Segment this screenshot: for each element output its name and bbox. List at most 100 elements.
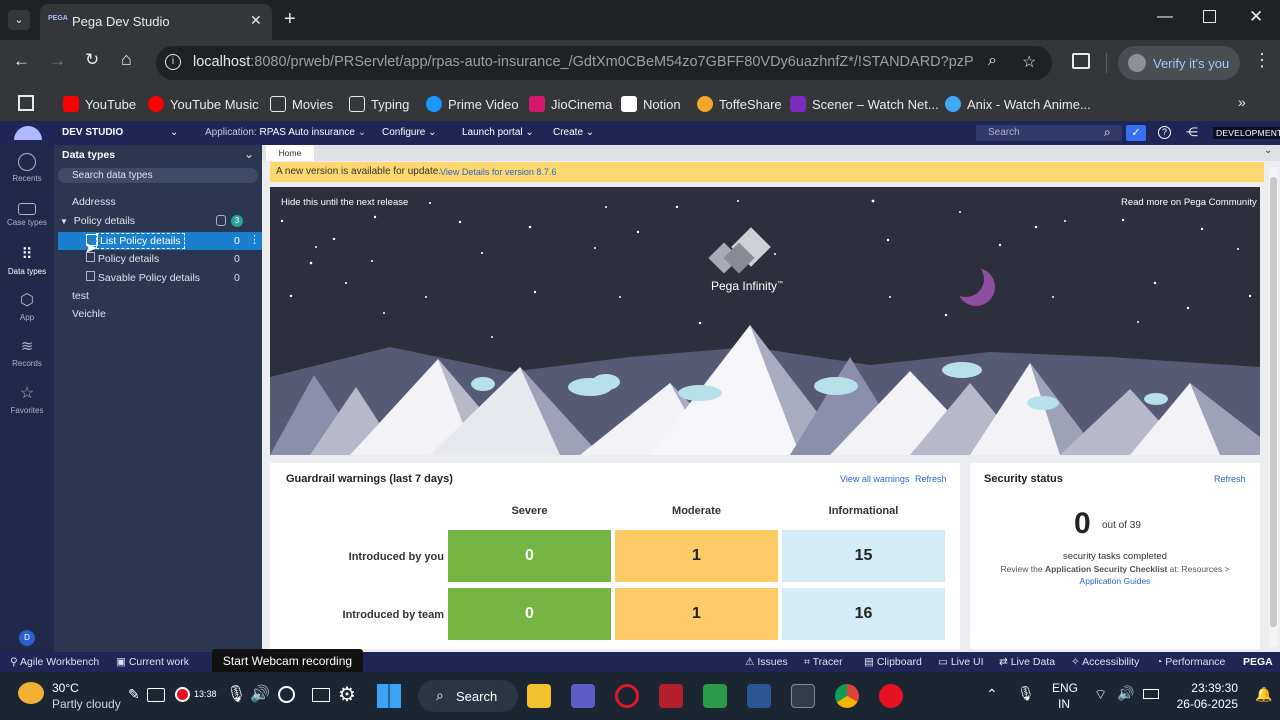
windows-icon[interactable] — [312, 688, 330, 702]
user-avatar[interactable]: D — [19, 630, 35, 646]
pen-icon[interactable]: ✎ — [128, 686, 140, 703]
rail-case-types[interactable]: Case types — [0, 200, 54, 227]
word-icon[interactable] — [747, 684, 771, 708]
tab-menu-chevron-icon[interactable]: ⌄ — [1264, 145, 1272, 156]
search-icon[interactable]: ⌕ — [1104, 125, 1111, 140]
new-tab-button[interactable]: + — [284, 8, 296, 31]
guardrail-refresh-link[interactable]: Refresh — [915, 474, 947, 484]
teams-icon[interactable] — [571, 684, 595, 708]
live-data-button[interactable]: ⇄ Live Data — [999, 656, 1055, 668]
accessibility-button[interactable]: ✧ Accessibility — [1071, 656, 1139, 668]
application-switcher[interactable]: Application: RPAS Auto insurance ⌄ — [205, 127, 366, 138]
menu-create[interactable]: Create ⌄ — [553, 127, 594, 138]
apps-grid-icon[interactable] — [18, 95, 34, 111]
forward-icon[interactable]: → — [49, 51, 66, 71]
verify-profile-button[interactable]: Verify it's you — [1118, 46, 1240, 80]
informational-by-you-cell[interactable]: 15 — [782, 530, 945, 582]
tray-expand-icon[interactable]: ⌃ — [986, 686, 998, 703]
bookmark-prime-video[interactable]: Prime Video — [426, 93, 519, 115]
update-details-link[interactable]: View Details for version 8.7.6 — [440, 167, 556, 177]
battery-icon[interactable] — [1143, 689, 1159, 699]
microphone-icon[interactable]: 🎙 — [226, 684, 246, 704]
browser-tab-pega[interactable]: PEGA Pega Dev Studio ✕ — [40, 4, 272, 40]
rail-recents[interactable]: Recents — [0, 153, 54, 183]
help-icon[interactable]: ? — [1158, 126, 1171, 139]
more-bookmarks-icon[interactable]: » — [1238, 94, 1246, 110]
scrollbar-thumb[interactable] — [1270, 177, 1277, 627]
file-explorer-icon[interactable] — [527, 684, 551, 708]
clipboard-button[interactable]: ▤ Clipboard — [864, 656, 922, 668]
row-menu-icon[interactable]: ⋮ — [249, 233, 260, 246]
rail-favorites[interactable]: ☆ Favorites — [0, 385, 54, 415]
speaker-icon[interactable]: 🔊 — [250, 684, 270, 704]
app-green-icon[interactable] — [703, 684, 727, 708]
url-bar[interactable]: i localhost:8080/prweb/PRServlet/app/rpa… — [156, 46, 1052, 80]
main-scrollbar[interactable] — [1269, 167, 1278, 647]
home-icon[interactable]: ⌂ — [121, 49, 132, 70]
reload-icon[interactable]: ↻ — [85, 50, 99, 70]
chrome-icon[interactable] — [835, 684, 859, 708]
explorer-collapse-icon[interactable]: ⌄ — [244, 147, 254, 161]
studio-chevron-icon[interactable]: ⌄ — [170, 127, 178, 138]
application-guides-link[interactable]: Application Guides — [970, 576, 1260, 586]
camera-icon[interactable] — [147, 688, 165, 702]
tracer-button[interactable]: ⌗ Tracer — [804, 656, 843, 669]
bookmark-anix[interactable]: Anix - Watch Anime... — [945, 93, 1091, 115]
view-all-warnings-link[interactable]: View all warnings — [840, 474, 909, 484]
bookmark-typing[interactable]: Typing — [349, 93, 409, 115]
start-button-icon[interactable] — [377, 684, 401, 708]
menu-configure[interactable]: Configure ⌄ — [382, 127, 437, 138]
rail-records[interactable]: ≋ Records — [0, 338, 54, 368]
security-refresh-link[interactable]: Refresh — [1214, 474, 1246, 484]
site-info-icon[interactable]: i — [165, 54, 181, 70]
rail-app[interactable]: ⬡ App — [0, 292, 54, 322]
bookmark-scener[interactable]: Scener – Watch Net... — [790, 93, 939, 115]
menu-launch-portal[interactable]: Launch portal ⌄ — [462, 127, 534, 138]
live-ui-button[interactable]: ▭ Live UI — [938, 656, 984, 668]
tab-close-icon[interactable]: ✕ — [250, 12, 262, 29]
extensions-icon[interactable] — [1072, 53, 1090, 69]
header-search-input[interactable]: Search ⌕ — [976, 125, 1122, 141]
settings-gear-icon[interactable]: ⚙ — [338, 682, 356, 707]
opera-icon[interactable] — [615, 684, 639, 708]
tree-item-veichle[interactable]: Veichle — [72, 308, 106, 320]
explorer-search-input[interactable]: Search data types — [58, 168, 258, 183]
informational-by-team-cell[interactable]: 16 — [782, 588, 945, 640]
wifi-icon[interactable]: ⌔ — [1094, 686, 1107, 704]
tray-mic-icon[interactable]: 🎙 — [1017, 685, 1035, 702]
performance-button[interactable]: ◔ Performance — [1156, 656, 1225, 668]
agile-workbench-button[interactable]: ⚲ Agile Workbench — [10, 656, 99, 668]
tree-item-test[interactable]: test — [72, 290, 89, 302]
record-icon[interactable] — [175, 687, 190, 702]
bookmark-youtube-music[interactable]: YouTube Music — [148, 93, 259, 115]
bookmark-movies[interactable]: Movies — [270, 93, 333, 115]
severe-by-you-cell[interactable]: 0 — [448, 530, 611, 582]
taskbar-search[interactable]: ⌕ Search — [418, 680, 518, 712]
checkin-check-icon[interactable]: ✓ — [1126, 125, 1146, 141]
back-icon[interactable]: ← — [13, 51, 30, 71]
current-work-button[interactable]: ▣ Current work — [116, 656, 189, 668]
clock-time[interactable]: 23:39:30 — [1190, 681, 1238, 695]
tree-item-policy-details[interactable]: ▼ Policy details — [60, 215, 135, 227]
moderate-by-team-cell[interactable]: 1 — [615, 588, 778, 640]
recorder-icon[interactable] — [879, 684, 903, 708]
minimize-icon[interactable]: — — [1157, 8, 1173, 26]
tab-search-button[interactable]: ⌄ — [8, 10, 30, 30]
notifications-bell-icon[interactable]: 🔔 — [1255, 686, 1272, 703]
tab-home[interactable]: Home — [266, 145, 314, 161]
restore-icon[interactable] — [1203, 10, 1216, 23]
hide-release-link[interactable]: Hide this until the next release — [281, 197, 408, 208]
bookmark-youtube[interactable]: YouTube — [63, 93, 136, 115]
clock-date[interactable]: 26-06-2025 — [1172, 697, 1238, 711]
studio-switcher[interactable]: DEV STUDIO — [62, 127, 123, 138]
tree-item-addresss[interactable]: Addresss — [72, 196, 116, 208]
language-code[interactable]: ENG — [1052, 681, 1078, 695]
bookmark-jiocinema[interactable]: JioCinema — [529, 93, 612, 115]
rail-data-types[interactable]: ⠿ Data types — [0, 246, 54, 276]
bookmark-star-icon[interactable]: ☆ — [1022, 52, 1036, 72]
tree-item-savable-policy-details[interactable]: Savable Policy details — [86, 271, 200, 284]
bookmark-notion[interactable]: Notion — [621, 93, 681, 115]
volume-icon[interactable]: 🔊 — [1117, 685, 1134, 702]
webcam-icon[interactable] — [278, 686, 295, 703]
read-more-link[interactable]: Read more on Pega Community — [1121, 197, 1257, 208]
